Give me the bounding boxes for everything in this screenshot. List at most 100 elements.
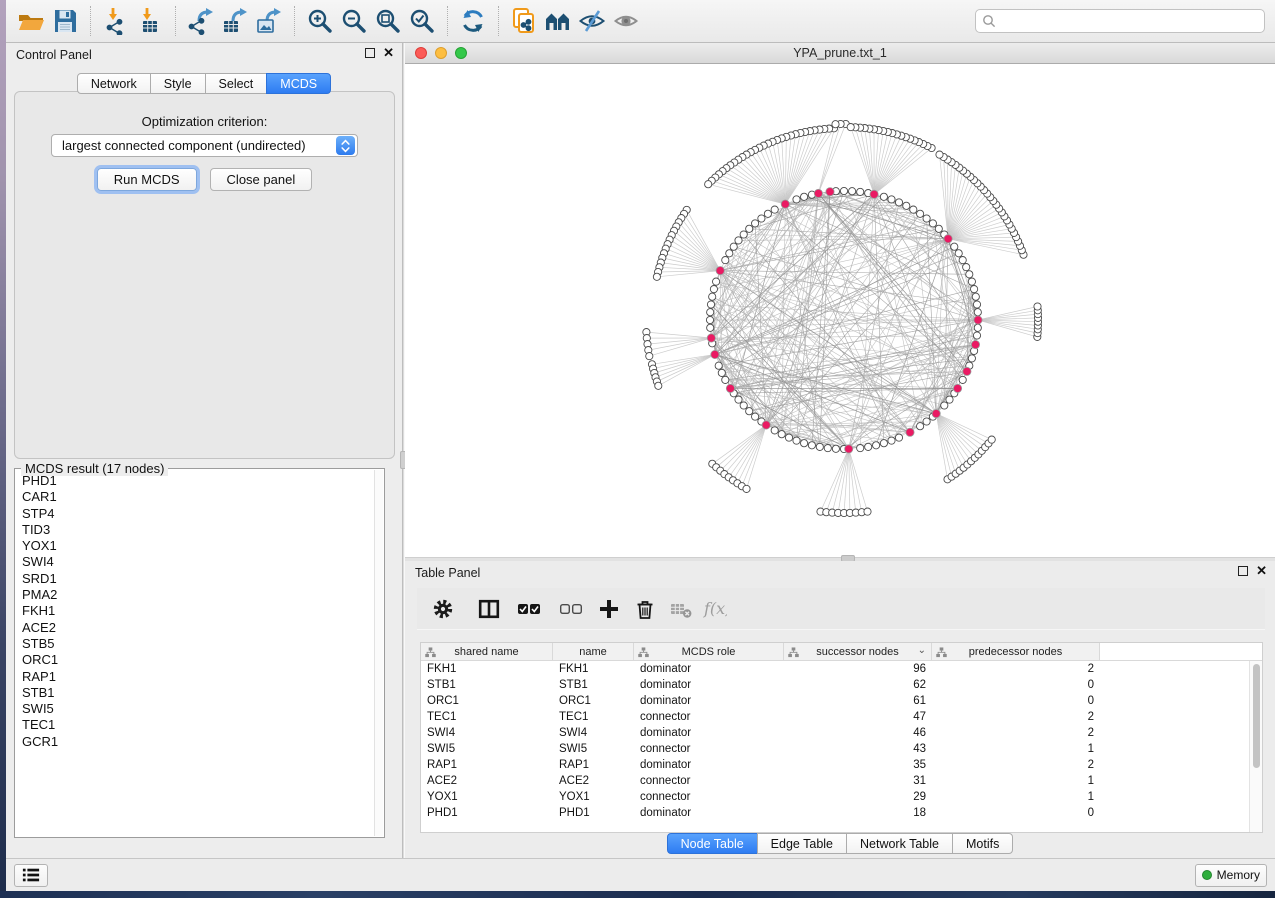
column-header-name[interactable]: name	[553, 643, 634, 660]
mcds-result-list[interactable]: PHD1CAR1STP4TID3YOX1SWI4SRD1PMA2FKH1ACE2…	[22, 473, 373, 836]
column-header-shared-name[interactable]: shared name	[421, 643, 553, 660]
search-network-icon[interactable]	[541, 5, 575, 37]
column-header-successor-nodes[interactable]: successor nodes⌄	[784, 643, 932, 660]
table-cell: YOX1	[421, 791, 553, 803]
tab-network-table[interactable]: Network Table	[846, 833, 953, 854]
table-row[interactable]: STB1STB1dominator620	[421, 677, 1262, 693]
result-node[interactable]: ACE2	[22, 620, 373, 636]
column-label: predecessor nodes	[969, 646, 1063, 658]
column-label: MCDS role	[682, 646, 736, 658]
table-cell: dominator	[634, 759, 784, 771]
settings-icon[interactable]	[431, 595, 455, 623]
result-node[interactable]: TID3	[22, 522, 373, 538]
result-node[interactable]: SWI4	[22, 554, 373, 570]
save-icon[interactable]	[48, 5, 82, 37]
table-cell: SWI5	[553, 743, 634, 755]
result-node[interactable]: STP4	[22, 506, 373, 522]
network-window-titlebar[interactable]: YPA_prune.txt_1	[405, 43, 1275, 64]
result-node[interactable]: FKH1	[22, 603, 373, 619]
table-cell: connector	[634, 791, 784, 803]
tab-edge-table[interactable]: Edge Table	[757, 833, 847, 854]
table-cell: RAP1	[421, 759, 553, 771]
import-table-icon[interactable]	[133, 5, 167, 37]
tab-network[interactable]: Network	[77, 73, 151, 94]
table-cell: 43	[784, 743, 932, 755]
zoom-in-icon[interactable]	[303, 5, 337, 37]
result-node[interactable]: TEC1	[22, 717, 373, 733]
tab-select[interactable]: Select	[205, 73, 268, 94]
open-icon[interactable]	[14, 5, 48, 37]
table-cell: 0	[932, 679, 1100, 691]
window-close-icon[interactable]	[415, 47, 427, 59]
close-panel-icon[interactable]: ✕	[1256, 566, 1267, 576]
table-row[interactable]: RAP1RAP1dominator352	[421, 757, 1262, 773]
table-row[interactable]: TEC1TEC1connector472	[421, 709, 1262, 725]
zoom-out-icon[interactable]	[337, 5, 371, 37]
export-table-icon[interactable]	[218, 5, 252, 37]
column-header-MCDS-role[interactable]: MCDS role	[634, 643, 784, 660]
close-panel-icon[interactable]: ✕	[383, 48, 394, 58]
table-row[interactable]: SWI4SWI4dominator462	[421, 725, 1262, 741]
table-scrollbar[interactable]	[1249, 661, 1262, 832]
show-all-icon[interactable]	[609, 5, 643, 37]
table-row[interactable]: PHD1PHD1dominator180	[421, 805, 1262, 821]
tab-motifs[interactable]: Motifs	[952, 833, 1013, 854]
optimization-dropdown[interactable]: largest connected component (undirected)	[51, 134, 358, 157]
search-box[interactable]	[975, 9, 1265, 33]
export-image-icon[interactable]	[252, 5, 286, 37]
result-node[interactable]: RAP1	[22, 669, 373, 685]
clone-network-icon[interactable]	[507, 5, 541, 37]
delete-column-icon[interactable]	[633, 595, 657, 623]
close-panel-button[interactable]: Close panel	[210, 168, 313, 191]
tab-style[interactable]: Style	[150, 73, 206, 94]
split-view-icon[interactable]	[477, 595, 501, 623]
result-node[interactable]: PHD1	[22, 473, 373, 489]
result-node[interactable]: CAR1	[22, 489, 373, 505]
zoom-selected-icon[interactable]	[405, 5, 439, 37]
table-row[interactable]: SWI5SWI5connector431	[421, 741, 1262, 757]
window-minimize-icon[interactable]	[435, 47, 447, 59]
scrollbar-thumb[interactable]	[1253, 664, 1260, 768]
result-node[interactable]: YOX1	[22, 538, 373, 554]
result-scrollbar[interactable]	[374, 470, 383, 836]
result-node[interactable]: SWI5	[22, 701, 373, 717]
column-header-empty	[1100, 643, 1262, 660]
zoom-fit-icon[interactable]	[371, 5, 405, 37]
network-canvas[interactable]	[405, 64, 1275, 557]
hide-selected-icon[interactable]	[575, 5, 609, 37]
table-cell: dominator	[634, 679, 784, 691]
float-panel-icon[interactable]	[1238, 566, 1248, 576]
table-cell: 31	[784, 775, 932, 787]
add-column-icon[interactable]	[597, 595, 621, 623]
search-input[interactable]	[996, 11, 1264, 31]
select-all-icon[interactable]	[517, 595, 541, 623]
table-cell: 46	[784, 727, 932, 739]
result-node[interactable]: PMA2	[22, 587, 373, 603]
memory-button[interactable]: Memory	[1195, 864, 1267, 887]
window-maximize-icon[interactable]	[455, 47, 467, 59]
task-history-button[interactable]	[14, 864, 48, 887]
result-node[interactable]: SRD1	[22, 571, 373, 587]
result-node[interactable]: STB5	[22, 636, 373, 652]
network-graph	[405, 64, 1275, 557]
result-node[interactable]: ORC1	[22, 652, 373, 668]
control-panel-header: Control Panel ✕	[6, 43, 402, 67]
float-panel-icon[interactable]	[365, 48, 375, 58]
import-network-icon[interactable]	[99, 5, 133, 37]
result-node[interactable]: STB1	[22, 685, 373, 701]
result-node[interactable]: GCR1	[22, 734, 373, 750]
tab-node-table[interactable]: Node Table	[667, 833, 758, 854]
table-cell: YOX1	[553, 791, 634, 803]
column-header-predecessor-nodes[interactable]: predecessor nodes	[932, 643, 1100, 660]
table-cell: STB1	[421, 679, 553, 691]
desktop-background-bottom	[0, 891, 1275, 898]
table-row[interactable]: YOX1YOX1connector291	[421, 789, 1262, 805]
table-row[interactable]: ACE2ACE2connector311	[421, 773, 1262, 789]
run-mcds-button[interactable]: Run MCDS	[97, 168, 197, 191]
layout-icon[interactable]	[456, 5, 490, 37]
deselect-all-icon[interactable]	[559, 595, 583, 623]
tab-mcds[interactable]: MCDS	[266, 73, 331, 94]
table-row[interactable]: ORC1ORC1dominator610	[421, 693, 1262, 709]
export-network-icon[interactable]	[184, 5, 218, 37]
table-row[interactable]: FKH1FKH1dominator962	[421, 661, 1262, 677]
